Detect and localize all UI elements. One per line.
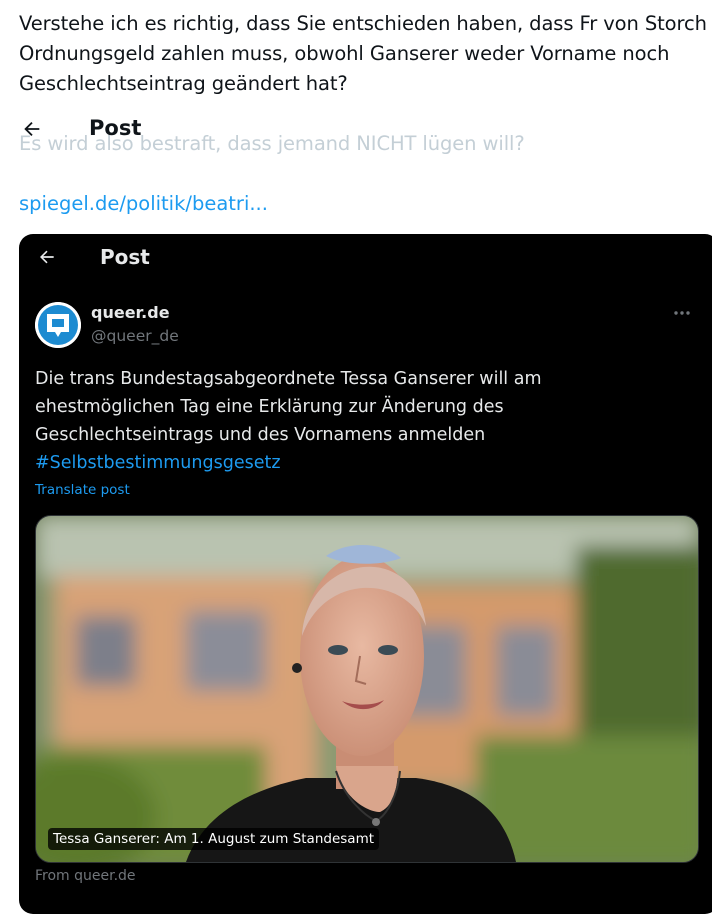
portrait-photo xyxy=(36,516,698,862)
tweet-text-line: Verstehe ich es richtig, dass Sie entsch… xyxy=(19,12,707,35)
more-horizontal-icon xyxy=(674,311,690,315)
hashtag-link: #Selbstbestimmungsgesetz xyxy=(35,453,281,473)
embedded-text-line: ehestmöglichen Tag eine Erklärung zur Än… xyxy=(35,397,504,417)
queer-de-logo-icon xyxy=(35,302,81,348)
more-options-button xyxy=(671,302,693,324)
arrow-left-icon xyxy=(24,121,40,137)
article-link[interactable]: spiegel.de/politik/beatri... xyxy=(19,189,268,219)
embedded-text-line: Die trans Bundestagsabgeordnete Tessa Ga… xyxy=(35,369,542,389)
card-source: From queer.de xyxy=(35,868,136,884)
article-card-image: Tessa Ganserer: Am 1. August zum Standes… xyxy=(35,515,699,863)
embed-page-title: Post xyxy=(100,245,150,269)
tweet-text-line: Geschlechtseintrag geändert hat? xyxy=(19,72,348,95)
tweet-text: Verstehe ich es richtig, dass Sie entsch… xyxy=(19,9,709,99)
embedded-post-text: Die trans Bundestagsabgeordnete Tessa Ga… xyxy=(35,365,675,477)
avatar xyxy=(35,302,81,348)
embed-back-button xyxy=(36,246,58,268)
back-button[interactable] xyxy=(19,116,45,142)
translate-post-link: Translate post xyxy=(35,482,130,498)
image-caption: Tessa Ganserer: Am 1. August zum Standes… xyxy=(48,828,380,850)
page-title: Post xyxy=(89,116,142,140)
embedded-screenshot[interactable]: Post queer.de @queer_de Die trans Bundes… xyxy=(19,234,712,914)
arrow-left-icon xyxy=(40,250,54,264)
embedded-text-line: Geschlechtseintrags und des Vornamens an… xyxy=(35,425,486,445)
display-name: queer.de xyxy=(91,303,170,322)
user-handle: @queer_de xyxy=(91,327,179,345)
tweet-text-line: Ordnungsgeld zahlen muss, obwohl Gansere… xyxy=(19,42,670,65)
